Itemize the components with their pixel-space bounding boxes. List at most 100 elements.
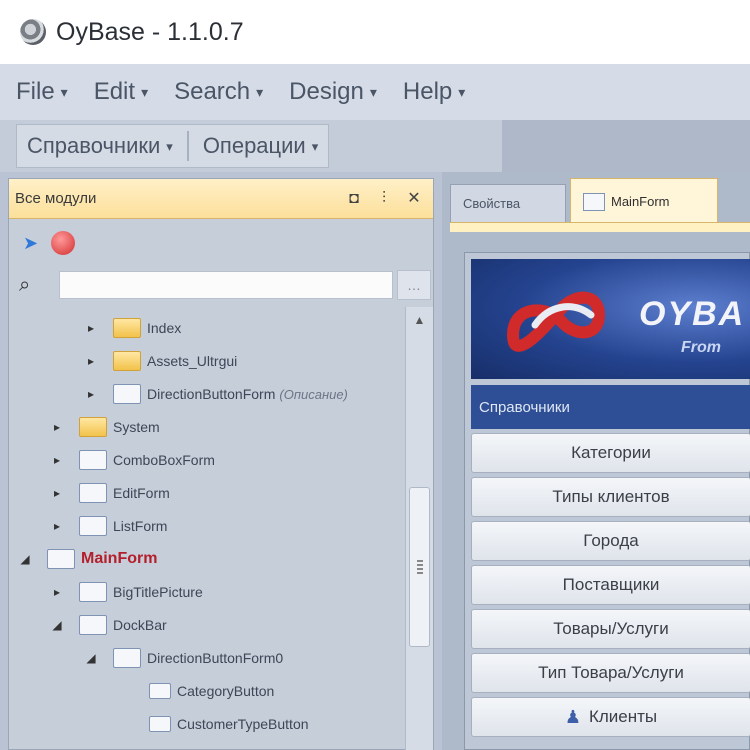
button-control-icon — [149, 683, 171, 699]
operations-menu-label: Операции — [202, 133, 306, 158]
expand-arrow-icon[interactable]: ▸ — [49, 585, 65, 599]
refresh-icon[interactable] — [51, 231, 75, 255]
collapse-arrow-icon[interactable]: ◢ — [49, 618, 65, 632]
title-bar: OyBase - 1.1.0.7 — [0, 0, 750, 64]
expand-arrow-icon[interactable]: ▸ — [49, 486, 65, 500]
pin-icon[interactable]: ⫶ — [373, 188, 395, 210]
folder-icon — [113, 351, 141, 371]
tab-label: Свойства — [463, 196, 521, 211]
tree-node-label: ComboBoxForm — [113, 452, 215, 468]
button-label: Города — [583, 531, 639, 550]
main-form-canvas: OYBA From Справочники Категории Типы кли… — [464, 252, 750, 750]
expand-arrow-icon[interactable]: ▸ — [49, 420, 65, 434]
form-icon — [47, 549, 75, 569]
toolbar: Справочники ▾ Операции ▾ — [0, 120, 750, 172]
tab-label: MainForm — [611, 194, 670, 209]
folder-icon — [79, 417, 107, 437]
tree-node-label: System — [113, 419, 160, 435]
menu-design[interactable]: Design ▾ — [289, 78, 377, 106]
button-label: Товары/Услуги — [553, 619, 669, 638]
tree-node[interactable]: ▸ BigTitlePicture — [49, 577, 203, 607]
tree-node[interactable]: ▸ ListForm — [49, 511, 167, 541]
tree-node[interactable]: ◢ DirectionButtonForm0 — [83, 643, 283, 673]
menu-bar: File ▾ Edit ▾ Search ▾ Design ▾ Help ▾ — [0, 64, 750, 120]
expand-arrow-icon[interactable]: ▸ — [83, 387, 99, 401]
panel-toolbar: ➤ — [9, 219, 433, 267]
operations-menu-button[interactable]: Операции ▾ — [203, 133, 318, 159]
tree-node-selected[interactable]: ◢ MainForm — [17, 544, 157, 574]
collapse-arrow-icon[interactable]: ◢ — [17, 552, 33, 566]
document-area: Свойства MainForm OYBA From Справочники … — [442, 172, 750, 750]
tree-node[interactable]: ▸ Assets_Ultrgui — [83, 346, 237, 376]
caret-down-icon: ▾ — [256, 84, 264, 101]
customer-types-button[interactable]: Типы клиентов — [471, 477, 750, 517]
banner-subtitle: From — [681, 339, 721, 356]
directories-menu-label: Справочники — [27, 133, 161, 158]
clients-button[interactable]: ♟ Клиенты — [471, 697, 750, 737]
window-position-icon[interactable]: ◘ — [343, 188, 365, 210]
suppliers-button[interactable]: Поставщики — [471, 565, 750, 605]
tree-node[interactable]: ▸ EditForm — [49, 478, 170, 508]
tree-node-label: Assets_Ultrgui — [147, 353, 238, 369]
tree-node[interactable]: ▸ System — [49, 412, 160, 442]
tree-node-label: Index — [147, 320, 182, 336]
window-title: OyBase - 1.1.0.7 — [56, 17, 244, 46]
menu-edit[interactable]: Edit ▾ — [94, 78, 148, 106]
caret-down-icon: ▾ — [458, 84, 466, 101]
tree-node[interactable]: ▸ Index — [83, 313, 181, 343]
tree-node[interactable]: ◢ DockBar — [49, 610, 167, 640]
expand-arrow-icon[interactable]: ▸ — [49, 453, 65, 467]
menu-file[interactable]: File ▾ — [16, 78, 68, 106]
tree-node-label: CategoryButton — [177, 683, 275, 699]
menu-search-label: Search — [174, 78, 251, 105]
collapse-arrow-icon[interactable]: ◢ — [83, 651, 99, 665]
tree-node[interactable]: CustomerTypeButton — [119, 709, 309, 739]
search-input[interactable] — [59, 271, 393, 299]
directories-menu-button[interactable]: Справочники ▾ — [27, 133, 173, 159]
toolbar-group: Справочники ▾ Операции ▾ — [16, 124, 330, 168]
caret-down-icon: ▾ — [166, 139, 173, 155]
tree-node[interactable]: ▸ ComboBoxForm — [49, 445, 215, 475]
form-icon — [79, 582, 107, 602]
tab-properties[interactable]: Свойства — [450, 184, 566, 222]
tab-mainform[interactable]: MainForm — [570, 178, 718, 224]
banner-brand: OYBA — [639, 295, 746, 333]
scrollbar-thumb[interactable] — [409, 487, 430, 647]
button-control-icon — [149, 716, 171, 732]
menu-design-label: Design — [289, 78, 364, 105]
tree-node-label: DirectionButtonForm0 — [147, 650, 284, 666]
title-banner: OYBA From — [471, 259, 750, 379]
search-clear-button[interactable]: … — [397, 270, 431, 300]
toolbar-separator — [186, 131, 189, 161]
tree-node[interactable]: CategoryButton — [119, 676, 274, 706]
search-icon: ⌕ — [19, 273, 31, 296]
caret-down-icon: ▾ — [141, 84, 149, 101]
expand-arrow-icon[interactable]: ▸ — [83, 321, 99, 335]
cities-button[interactable]: Города — [471, 521, 750, 561]
tree-scrollbar[interactable]: ▲ — [405, 307, 433, 750]
form-icon — [79, 483, 107, 503]
tree-node-label: CustomerTypeButton — [177, 716, 309, 732]
button-label: Клиенты — [588, 707, 658, 726]
button-label: Поставщики — [562, 575, 660, 594]
categories-button[interactable]: Категории — [471, 433, 750, 473]
close-icon[interactable]: ✕ — [403, 188, 425, 210]
tree-node[interactable]: ▸ DirectionButtonForm (Описание) — [83, 379, 348, 409]
goods-services-button[interactable]: Товары/Услуги — [471, 609, 750, 649]
menu-help[interactable]: Help ▾ — [403, 78, 465, 106]
grip-icon — [417, 560, 423, 574]
folder-icon — [113, 318, 141, 338]
form-icon — [79, 450, 107, 470]
menu-edit-label: Edit — [93, 78, 136, 105]
scroll-up-icon[interactable]: ▲ — [406, 307, 433, 333]
expand-arrow-icon[interactable]: ▸ — [49, 519, 65, 533]
user-icon: ♟ — [564, 706, 581, 727]
menu-search[interactable]: Search ▾ — [174, 78, 263, 106]
document-tabs: Свойства MainForm — [450, 178, 750, 224]
navigate-icon[interactable]: ➤ — [23, 231, 47, 255]
panel-search-row: ⌕ … — [9, 267, 433, 303]
goods-service-type-button[interactable]: Тип Товара/Услуги — [471, 653, 750, 693]
menu-file-label: File — [16, 78, 55, 105]
expand-arrow-icon[interactable]: ▸ — [83, 354, 99, 368]
caret-down-icon: ▾ — [60, 84, 68, 101]
